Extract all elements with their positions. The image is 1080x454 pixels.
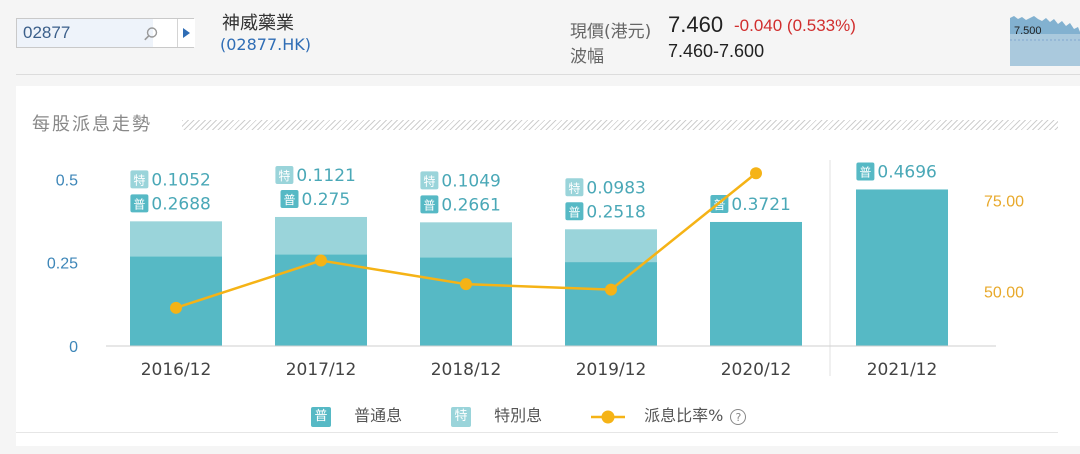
stock-name: 神威藥業 <box>222 13 294 34</box>
regular-value-label: 0.2688 <box>151 194 210 214</box>
x-tick-label: 2016/12 <box>141 360 212 380</box>
regular-value-label: 0.4696 <box>877 162 936 182</box>
play-arrow-icon <box>183 28 190 38</box>
regular-dividend-bar <box>420 257 512 346</box>
x-tick-label: 2018/12 <box>431 360 502 380</box>
card-bottom-border <box>16 432 1058 433</box>
special-value-label: 0.1052 <box>151 170 210 190</box>
special-dividend-bar <box>420 222 512 258</box>
payout-ratio-point <box>170 301 182 314</box>
special-value-label: 0.0983 <box>586 178 645 198</box>
search-go-button[interactable] <box>177 19 195 47</box>
y-left-tick-label: 0.5 <box>56 172 78 189</box>
help-icon[interactable]: ? <box>730 408 747 425</box>
legend-special-label: 特別息 <box>494 406 543 425</box>
regular-dividend-bar <box>710 221 802 346</box>
special-value-label: 0.1049 <box>441 171 500 191</box>
special-badge-icon: 特 <box>451 406 471 427</box>
payout-ratio-point <box>605 283 617 296</box>
stock-code-link[interactable]: (02877.HK) <box>220 35 311 54</box>
regular-badge-icon: 普 <box>311 406 331 427</box>
price-label: 現價(港元) <box>570 22 652 42</box>
legend-special[interactable]: 特 特別息 <box>451 402 542 427</box>
y-right-tick-label: 50.00 <box>984 284 1024 301</box>
regular-badge-text: 普 <box>283 193 295 207</box>
header-divider <box>16 74 1080 75</box>
ratio-line-marker-icon <box>591 410 625 423</box>
regular-value-label: 0.2518 <box>586 202 645 222</box>
legend-ratio[interactable]: 派息比率% ? <box>591 402 747 427</box>
dividend-chart: 0 0.25 0.5 50.00 75.00 普 0.2688 特 0.1052 2016/12 普… <box>47 160 1024 380</box>
search-icon[interactable] <box>143 26 159 42</box>
legend-ratio-label: 派息比率% <box>644 406 724 425</box>
regular-dividend-bar <box>130 256 222 346</box>
regular-value-label: 0.2661 <box>441 195 500 215</box>
x-tick-label: 2017/12 <box>286 360 357 380</box>
x-tick-label: 2020/12 <box>721 360 792 380</box>
stock-header: 神威藥業 (02877.HK) 現價(港元) 7.460 -0.040 (0.5… <box>0 0 1080 78</box>
special-dividend-bar <box>275 216 367 255</box>
payout-ratio-point <box>750 167 762 180</box>
regular-value-label: 0.3721 <box>731 195 790 215</box>
sparkline-reference-price: 7.500 <box>1014 25 1042 37</box>
legend-regular[interactable]: 普 普通息 <box>311 402 402 427</box>
current-price: 7.460 <box>668 12 724 37</box>
special-dividend-bar <box>130 221 222 257</box>
y-left-tick-label: 0.25 <box>47 256 78 273</box>
intraday-sparkline[interactable] <box>1010 10 1080 66</box>
regular-dividend-bar <box>275 254 367 346</box>
chart-legend: 普 普通息 特 特別息 派息比率% ? <box>16 398 1080 428</box>
special-badge-text: 特 <box>568 180 580 195</box>
special-badge-text: 特 <box>133 172 145 187</box>
regular-badge-text: 普 <box>423 198 435 212</box>
regular-value-label: 0.275 <box>302 190 351 210</box>
special-badge-text: 特 <box>278 168 290 183</box>
y-right-tick-label: 75.00 <box>984 194 1024 211</box>
regular-dividend-bar <box>856 189 948 346</box>
dividend-trend-card: 每股派息走勢 0 0.25 0.5 50.00 75.00 普 0.2688 特 0.1052 2… <box>16 86 1080 446</box>
range-label: 波幅 <box>570 47 604 67</box>
x-tick-label: 2019/12 <box>576 360 647 380</box>
special-dividend-bar <box>565 229 657 263</box>
regular-dividend-bar <box>565 262 657 346</box>
day-range: 7.460-7.600 <box>668 41 765 61</box>
regular-badge-text: 普 <box>133 197 145 211</box>
regular-badge-text: 普 <box>859 165 871 179</box>
stock-search-input[interactable] <box>17 19 153 47</box>
regular-badge-text: 普 <box>568 205 580 219</box>
x-tick-label: 2021/12 <box>867 360 938 380</box>
y-left-tick-label: 0 <box>69 339 78 356</box>
special-badge-text: 特 <box>423 173 435 188</box>
payout-ratio-point <box>315 254 327 267</box>
stock-search-box <box>16 18 195 48</box>
price-change: -0.040 (0.533%) <box>734 16 856 35</box>
special-value-label: 0.1121 <box>296 166 355 186</box>
payout-ratio-point <box>460 278 472 291</box>
legend-regular-label: 普通息 <box>354 406 403 425</box>
